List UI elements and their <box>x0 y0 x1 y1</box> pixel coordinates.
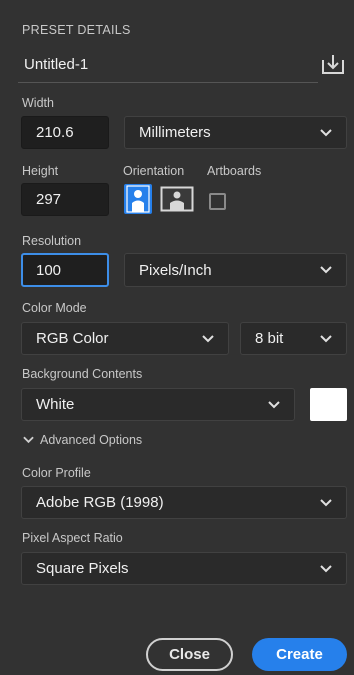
chevron-down-icon <box>22 434 34 446</box>
preset-details-panel: PRESET DETAILS Untitled-1 Width 210.6 Mi… <box>6 0 354 675</box>
advanced-options-toggle[interactable]: Advanced Options <box>22 433 142 447</box>
color-profile-select[interactable]: Adobe RGB (1998) <box>21 486 347 519</box>
width-unit-value: Millimeters <box>139 124 211 141</box>
width-label: Width <box>22 96 54 110</box>
resolution-unit-select[interactable]: Pixels/Inch <box>124 253 347 287</box>
bit-depth-value: 8 bit <box>255 330 284 347</box>
chevron-down-icon <box>320 264 332 276</box>
color-mode-value: RGB Color <box>36 330 109 347</box>
advanced-options-label: Advanced Options <box>40 433 143 447</box>
background-contents-select[interactable]: White <box>21 388 295 421</box>
chevron-down-icon <box>202 333 214 345</box>
pixel-aspect-ratio-select[interactable]: Square Pixels <box>21 552 347 585</box>
create-button[interactable]: Create <box>252 638 347 671</box>
width-unit-select[interactable]: Millimeters <box>124 116 347 149</box>
portrait-orientation-button[interactable] <box>124 184 152 214</box>
close-button[interactable]: Close <box>146 638 233 671</box>
portrait-icon <box>126 185 150 213</box>
pixel-aspect-ratio-label: Pixel Aspect Ratio <box>22 531 123 545</box>
artboards-checkbox[interactable] <box>209 193 226 210</box>
color-profile-value: Adobe RGB (1998) <box>36 494 164 511</box>
chevron-down-icon <box>268 399 280 411</box>
chevron-down-icon <box>320 127 332 139</box>
chevron-down-icon <box>320 497 332 509</box>
background-color-swatch[interactable] <box>310 388 347 421</box>
landscape-icon <box>160 186 194 212</box>
section-title: PRESET DETAILS <box>22 23 131 37</box>
artboards-label: Artboards <box>207 164 262 178</box>
orientation-label: Orientation <box>123 164 185 178</box>
pixel-aspect-ratio-value: Square Pixels <box>36 560 129 577</box>
resolution-unit-value: Pixels/Inch <box>139 261 212 279</box>
resolution-input[interactable]: 100 <box>21 253 109 287</box>
chevron-down-icon <box>320 333 332 345</box>
preset-name-input[interactable]: Untitled-1 <box>24 56 88 73</box>
save-preset-icon[interactable] <box>320 52 346 76</box>
height-input[interactable]: 297 <box>21 183 109 216</box>
color-mode-label: Color Mode <box>22 301 87 315</box>
bit-depth-select[interactable]: 8 bit <box>240 322 347 355</box>
color-profile-label: Color Profile <box>22 466 91 480</box>
chevron-down-icon <box>320 563 332 575</box>
resolution-label: Resolution <box>22 234 82 248</box>
background-contents-label: Background Contents <box>22 367 143 381</box>
width-input[interactable]: 210.6 <box>21 116 109 149</box>
height-label: Height <box>22 164 59 178</box>
background-contents-value: White <box>36 396 75 413</box>
landscape-orientation-button[interactable] <box>160 186 194 212</box>
preset-name-underline <box>18 82 318 83</box>
color-mode-select[interactable]: RGB Color <box>21 322 229 355</box>
